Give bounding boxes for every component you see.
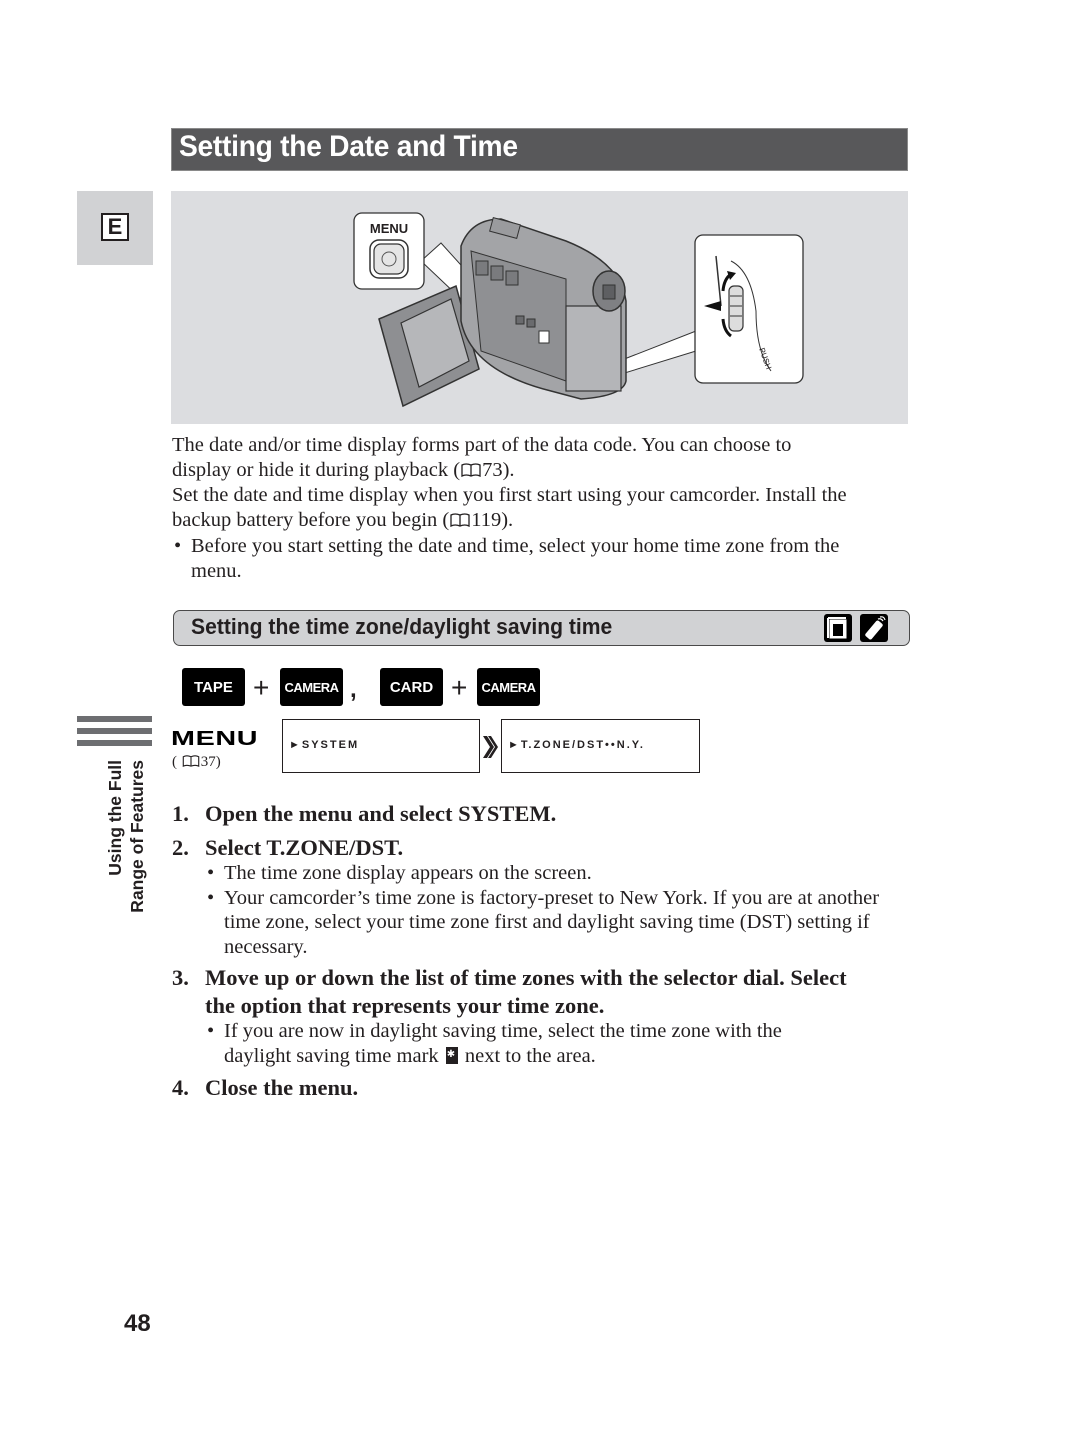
subsection-title: Setting the time zone/daylight saving ti… (191, 614, 613, 639)
menu-screen-system: ►SYSTEM (282, 719, 480, 773)
step-text: Move up or down the list of time zones w… (205, 965, 847, 1018)
step-text: Select T.ZONE/DST. (205, 835, 404, 860)
step-number: 2. (172, 835, 189, 860)
menu-screen-system-text: ►SYSTEM (289, 739, 360, 751)
step-text: Open the menu and select SYSTEM. (205, 801, 557, 826)
mode-camera: CAMERA (477, 668, 540, 706)
step-3: 3. Move up or down the list of time zones… (172, 964, 852, 1020)
step-number: 1. (172, 801, 189, 826)
intro-p2-page-ref: 119). (471, 509, 514, 531)
plus-sign: + (451, 672, 468, 703)
step-1: 1. Open the menu and select SYSTEM. (172, 800, 892, 828)
intro-bullet: Before you start setting the date and ti… (172, 534, 931, 584)
intro-paragraph-1: The date and/or time display forms part … (172, 433, 912, 483)
intro-p1-line2: display or hide it during playback ( 73). (172, 458, 912, 483)
book-icon (182, 755, 200, 767)
subsection-header: Setting the time zone/daylight saving ti… (173, 610, 910, 646)
chapter-tab-lines (77, 716, 152, 752)
menu-screen-tzone: ►T.ZONE/DST••N.Y. (501, 719, 700, 773)
menu-page-ref: ( 37) (172, 754, 221, 771)
mode-card: CARD (380, 668, 443, 706)
double-chevron-right-icon (483, 736, 498, 758)
language-tab: E (77, 191, 153, 265)
step-2: 2. Select T.ZONE/DST. (172, 834, 892, 862)
intro-p2-line2: backup battery before you begin ( 119). (172, 508, 912, 533)
intro-p1-line1: The date and/or time display forms part … (172, 434, 792, 456)
page-number: 48 (124, 1310, 151, 1337)
intro-paragraph-2: Set the date and time display when you f… (172, 483, 912, 533)
camcorder-illustration: MENU PUSH (171, 191, 908, 424)
chapter-tab-line1: Using the Full (105, 760, 125, 876)
book-icon (461, 463, 481, 477)
menu-screen-tzone-text: ►T.ZONE/DST••N.Y. (508, 739, 645, 751)
chapter-tab: Using the Full Range of Features (104, 760, 154, 935)
mode-tape: TAPE (182, 668, 245, 706)
camcorder-drawing: MENU PUSH (353, 212, 804, 408)
intro-p2-line1: Set the date and time display when you f… (172, 484, 847, 506)
step-bullet-text: next to the area. (464, 1044, 596, 1067)
mode-separator: , (350, 676, 357, 703)
step-4: 4. Close the menu. (172, 1074, 892, 1102)
page-title: Setting the Date and Time (179, 130, 518, 163)
card-icon (824, 614, 852, 642)
menu-ref-page: 37) (200, 754, 221, 770)
menu-button-label: MENU (370, 221, 408, 236)
menu-ref-open: ( (172, 754, 177, 770)
intro-bullet-line1: Before you start setting the date and ti… (191, 535, 840, 557)
daylight-saving-mark-icon (445, 1046, 458, 1064)
book-icon (450, 513, 470, 527)
menu-logo: MENU (171, 726, 259, 750)
language-letter: E (101, 213, 129, 241)
remote-control-icon (860, 614, 888, 642)
step-number: 3. (172, 965, 189, 990)
step-text: Close the menu. (205, 1075, 359, 1100)
step-bullet: The time zone display appears on the scr… (205, 861, 895, 886)
intro-p1-text: display or hide it during playback ( (172, 459, 461, 481)
intro-p1-page-ref: 73). (482, 459, 515, 481)
intro-p2-text: backup battery before you begin ( (172, 509, 450, 531)
step-2-bullets: The time zone display appears on the scr… (205, 861, 895, 959)
step-number: 4. (172, 1075, 189, 1100)
step-bullet: Your camcorder’s time zone is factory-pr… (205, 886, 895, 960)
page-title-bar: Setting the Date and Time (171, 128, 908, 171)
step-3-bullets: If you are now in daylight saving time, … (205, 1019, 845, 1068)
step-bullet: If you are now in daylight saving time, … (205, 1019, 845, 1068)
intro-bullet-line2: menu. (191, 560, 242, 582)
plus-sign: + (253, 672, 270, 703)
chapter-tab-line2: Range of Features (127, 760, 147, 913)
mode-camera: CAMERA (280, 668, 343, 706)
